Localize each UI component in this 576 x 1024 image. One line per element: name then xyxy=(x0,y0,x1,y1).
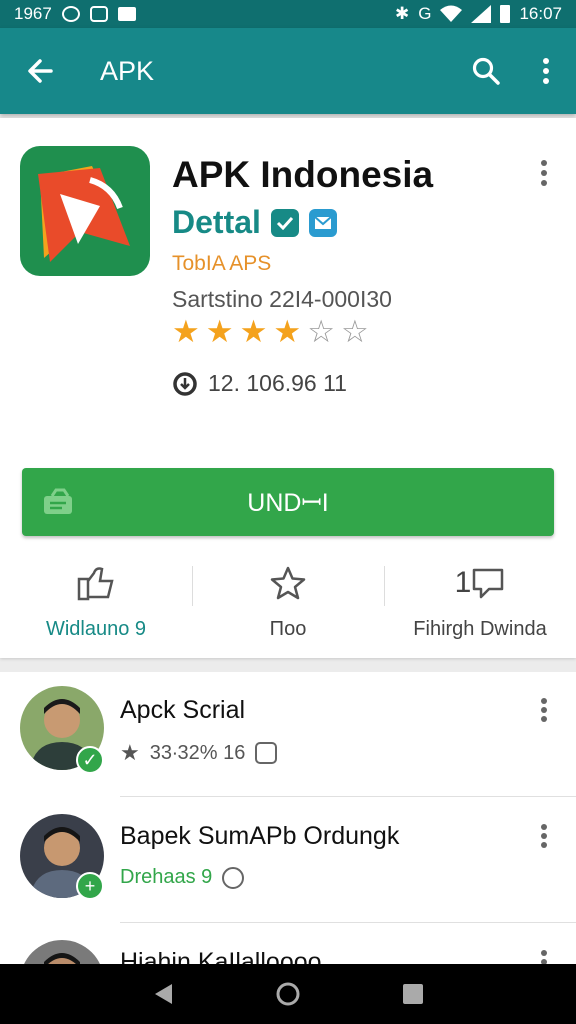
app-category: TobIA APS xyxy=(172,252,272,275)
stat-favorite-label: Πoo xyxy=(269,618,307,640)
more-vert-icon xyxy=(541,160,547,186)
app-detail-card: APK Indonesia Dettal TobIA APS Sartstino… xyxy=(0,118,576,658)
arrow-left-icon xyxy=(28,59,53,83)
list-item[interactable]: ✓ Apck Scrial ★ 33∙32% 16 xyxy=(0,672,576,796)
download-count-row: 12. 106.96 11 xyxy=(172,370,347,397)
cart-icon xyxy=(42,488,74,523)
shield-icon xyxy=(255,742,278,764)
list-divider xyxy=(120,796,576,797)
status-time-right: 16:07 xyxy=(519,4,562,23)
app-logo-icon xyxy=(20,146,150,276)
star-icon xyxy=(270,566,306,600)
more-vert-icon xyxy=(541,824,547,848)
mail-badge-icon xyxy=(308,208,337,237)
list-item-title: Bapek SumAPb Ordungk xyxy=(120,822,400,850)
star-filled-icon: ★ xyxy=(172,314,200,349)
stats-row: Widlauno 9 Πoo 1 Fihirgh Dwinda xyxy=(0,558,576,648)
nav-home-button[interactable] xyxy=(258,964,318,1024)
stat-likes-label: Widlauno 9 xyxy=(45,618,147,640)
status-time-left: 1967 xyxy=(14,4,52,23)
search-icon xyxy=(472,57,500,85)
star-empty-icon: ☆ xyxy=(307,314,335,349)
app-bar: APK xyxy=(0,28,576,114)
list-divider xyxy=(120,922,576,923)
star-filled-icon: ★ xyxy=(273,314,302,349)
content-rating: Sartstino 22I4-000I30 xyxy=(172,286,392,312)
add-icon: + xyxy=(76,872,104,900)
list-item-meta-text: Drehaas 9 xyxy=(120,866,213,888)
stat-comments-count: 1 xyxy=(454,566,472,599)
home-circle-icon xyxy=(276,982,300,1006)
notification-icon xyxy=(61,6,80,22)
message-icon xyxy=(117,7,136,21)
app-name: APK Indonesia xyxy=(172,154,434,195)
search-button[interactable] xyxy=(456,41,516,101)
list-item-more-button[interactable] xyxy=(522,688,566,732)
back-triangle-icon xyxy=(154,984,172,1004)
more-vert-icon xyxy=(541,698,547,722)
list-item-title: Apck Scrial xyxy=(120,696,246,724)
list-item-more-button[interactable] xyxy=(522,814,566,858)
status-bar: 1967 ✱ G 16:07 xyxy=(0,0,576,28)
nav-recents-button[interactable] xyxy=(383,964,443,1024)
verified-badge-icon xyxy=(270,208,299,237)
list-item-meta-text: 33∙32% 16 xyxy=(149,741,246,764)
list-item-meta: Drehaas 9 xyxy=(120,866,245,889)
app-bar-title: APK xyxy=(100,55,155,86)
verified-icon: ✓ xyxy=(76,746,104,774)
star-empty-icon: ☆ xyxy=(340,314,369,349)
thumbs-up-icon xyxy=(77,567,114,601)
back-button[interactable] xyxy=(0,28,80,114)
star-filled-icon: ★ xyxy=(205,314,234,349)
list-item-meta: ★ 33∙32% 16 xyxy=(120,740,278,766)
system-nav-bar xyxy=(0,964,576,1024)
app-notification-icon xyxy=(89,6,108,22)
stat-comments-label: Fihirgh Dwinda xyxy=(413,618,547,640)
download-icon xyxy=(173,371,197,396)
install-button[interactable]: UNDꟷI xyxy=(22,468,554,536)
app-more-button[interactable] xyxy=(522,148,566,198)
signal-icon xyxy=(471,5,492,23)
stat-comments[interactable]: 1 Fihirgh Dwinda xyxy=(384,558,576,648)
stat-likes[interactable]: Widlauno 9 xyxy=(0,558,192,648)
download-count: 12. 106.96 11 xyxy=(208,370,347,396)
bluetooth-icon: ✱ xyxy=(394,4,410,23)
list-item[interactable]: + Bapek SumAPb Ordungk Drehaas 9 xyxy=(0,798,576,922)
star-icon: ★ xyxy=(120,740,140,765)
developer-name[interactable]: Dettal xyxy=(172,204,261,241)
nav-back-button[interactable] xyxy=(133,964,193,1024)
more-vert-icon xyxy=(543,58,549,84)
stat-favorite[interactable]: Πoo xyxy=(192,558,384,648)
install-button-label: UNDꟷI xyxy=(247,489,329,517)
app-logo xyxy=(20,146,150,276)
more-options-button[interactable] xyxy=(516,41,576,101)
wifi-icon xyxy=(440,5,463,22)
star-filled-icon: ★ xyxy=(239,314,268,349)
network-type: G xyxy=(418,4,432,23)
location-icon xyxy=(222,866,245,889)
recents-square-icon xyxy=(403,984,424,1004)
chat-icon xyxy=(473,568,504,599)
battery-icon xyxy=(500,5,511,23)
rating-stars: ★ ★ ★ ★ ☆ ☆ xyxy=(172,314,369,350)
